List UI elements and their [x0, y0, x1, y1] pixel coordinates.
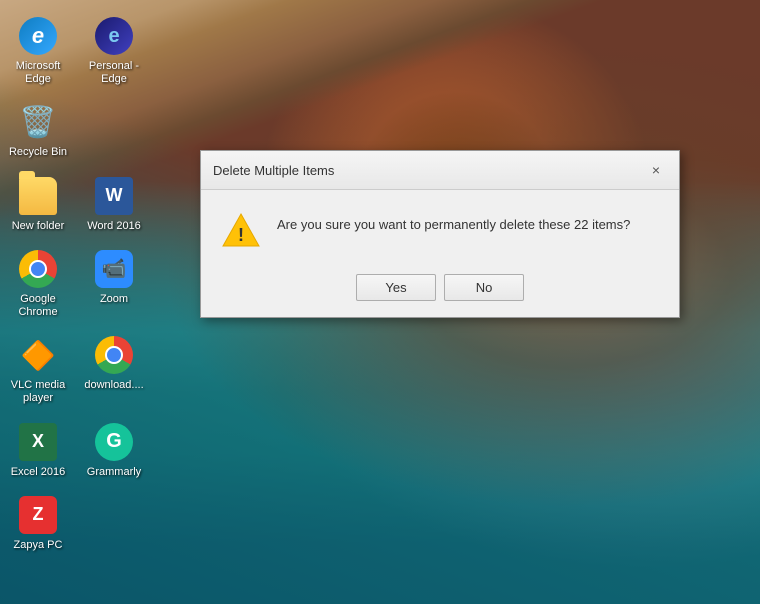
recycle-bin-label: Recycle Bin	[9, 146, 67, 159]
delete-dialog: Delete Multiple Items × ! Are you sure y…	[200, 150, 680, 318]
dialog-message: Are you sure you want to permanently del…	[277, 210, 630, 234]
icon-row-6: X Excel 2016 G Grammarly	[0, 416, 160, 485]
desktop-icon-recycle-bin[interactable]: 🗑️ Recycle Bin	[0, 96, 76, 165]
zoom-label: Zoom	[100, 293, 128, 306]
excel-2016-label: Excel 2016	[11, 466, 65, 479]
desktop-icons: e Microsoft Edge e Personal - Edge 🗑️ Re…	[0, 0, 160, 604]
svg-text:!: !	[238, 225, 244, 245]
personal-edge-icon: e	[94, 16, 134, 56]
google-chrome-label: Google Chrome	[4, 293, 72, 319]
dialog-close-button[interactable]: ×	[645, 159, 667, 181]
dialog-no-button[interactable]: No	[444, 274, 524, 301]
grammarly-label: Grammarly	[87, 466, 141, 479]
download-chrome-icon	[94, 335, 134, 375]
desktop-icon-zapya-pc[interactable]: Z Zapya PC	[0, 489, 76, 558]
dialog-buttons: Yes No	[201, 266, 679, 317]
folder-icon	[18, 176, 58, 216]
dialog-body: ! Are you sure you want to permanently d…	[201, 190, 679, 266]
excel-icon: X	[18, 422, 58, 462]
word-2016-label: Word 2016	[87, 220, 141, 233]
zoom-icon: 📹	[94, 249, 134, 289]
icon-row-5: 🔶 VLC media player download....	[0, 329, 160, 411]
icon-row-1: e Microsoft Edge e Personal - Edge	[0, 10, 160, 92]
desktop-icon-download-chrome[interactable]: download....	[76, 329, 152, 411]
word-icon: W	[94, 176, 134, 216]
new-folder-label: New folder	[12, 220, 65, 233]
icon-row-7: Z Zapya PC	[0, 489, 160, 558]
microsoft-edge-icon: e	[18, 16, 58, 56]
icon-row-4: Google Chrome 📹 Zoom	[0, 243, 160, 325]
microsoft-edge-label: Microsoft Edge	[4, 60, 72, 86]
recycle-bin-icon: 🗑️	[18, 102, 58, 142]
google-chrome-icon	[18, 249, 58, 289]
grammarly-icon: G	[94, 422, 134, 462]
vlc-icon: 🔶	[18, 335, 58, 375]
vlc-label: VLC media player	[4, 379, 72, 405]
zapya-pc-label: Zapya PC	[14, 539, 63, 552]
desktop-icon-new-folder[interactable]: New folder	[0, 170, 76, 239]
zapya-icon: Z	[18, 495, 58, 535]
icon-row-2: 🗑️ Recycle Bin	[0, 96, 160, 165]
download-chrome-label: download....	[84, 379, 143, 392]
desktop-icon-microsoft-edge[interactable]: e Microsoft Edge	[0, 10, 76, 92]
icon-row-3: New folder W Word 2016	[0, 170, 160, 239]
desktop-icon-grammarly[interactable]: G Grammarly	[76, 416, 152, 485]
desktop-icon-excel-2016[interactable]: X Excel 2016	[0, 416, 76, 485]
warning-icon: !	[221, 210, 261, 250]
desktop-icon-zoom[interactable]: 📹 Zoom	[76, 243, 152, 325]
dialog-title: Delete Multiple Items	[213, 163, 334, 178]
dialog-titlebar: Delete Multiple Items ×	[201, 151, 679, 190]
desktop-icon-google-chrome[interactable]: Google Chrome	[0, 243, 76, 325]
personal-edge-label: Personal - Edge	[80, 60, 148, 86]
desktop-icon-personal-edge[interactable]: e Personal - Edge	[76, 10, 152, 92]
dialog-yes-button[interactable]: Yes	[356, 274, 436, 301]
desktop-icon-vlc[interactable]: 🔶 VLC media player	[0, 329, 76, 411]
desktop-icon-word-2016[interactable]: W Word 2016	[76, 170, 152, 239]
